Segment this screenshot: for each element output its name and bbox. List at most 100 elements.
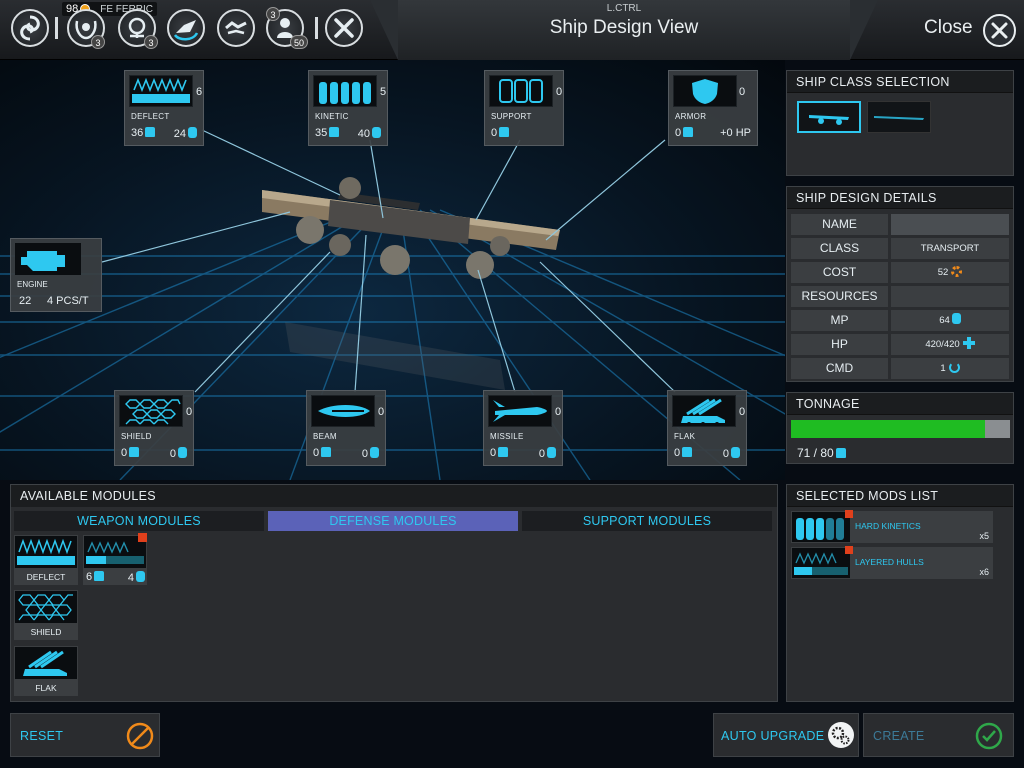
support-slot[interactable]: 0 SUPPORT 0 — [484, 70, 564, 146]
research-icon[interactable]: 3 — [118, 9, 158, 49]
ship-reflection — [285, 322, 505, 390]
tab-weapon-modules[interactable]: WEAPON MODULES — [14, 511, 264, 531]
flak-slot[interactable]: 0 FLAK 0 0 — [667, 390, 747, 466]
detail-key: CMD — [791, 358, 888, 379]
page-title: Ship Design View — [549, 17, 699, 38]
armor-stat2: +0 HP — [720, 127, 751, 139]
kinetic-label: KINETIC — [315, 112, 349, 121]
weight-icon — [321, 447, 332, 457]
engine-slot[interactable]: ENGINE 22 4 PCS/T — [10, 238, 102, 312]
kinetic-icon — [792, 512, 850, 542]
ship-model — [262, 177, 560, 279]
missile-slot[interactable]: 0 MISSILE 0 0 — [483, 390, 563, 466]
engine-stat1: 22 — [19, 295, 32, 307]
fleet-wreath-icon[interactable]: 3 — [67, 9, 105, 49]
kinetic-icon — [313, 75, 377, 107]
detail-key: NAME — [791, 214, 888, 235]
detail-row-name: NAME — [791, 214, 1009, 235]
shield-slot[interactable]: 0 SHIELD 0 0 — [114, 390, 194, 466]
detail-row-resources: RESOURCES — [791, 286, 1009, 307]
deflect-upgraded-icon — [792, 548, 850, 578]
module-stat1: 6 — [86, 571, 93, 583]
armor-slot[interactable]: 0 ARMOR 0 +0 HP — [668, 70, 758, 146]
shield-icon — [119, 395, 183, 427]
beam-label: BEAM — [313, 432, 337, 441]
ship-viewport[interactable]: 6 DEFLECT 36 24 5 KINETIC 35 40 0 SUPPOR… — [0, 60, 785, 480]
tab-support-modules[interactable]: SUPPORT MODULES — [522, 511, 772, 531]
flak-count: 0 — [739, 406, 746, 418]
diplomacy-icon[interactable] — [217, 9, 255, 47]
create-button[interactable]: CREATE — [863, 713, 1014, 757]
fist-icon — [370, 447, 379, 458]
weight-icon — [129, 447, 140, 457]
kinetic-count: 5 — [380, 86, 387, 98]
ship-class-selection-heading: SHIP CLASS SELECTION — [787, 71, 1013, 93]
beam-stat1: 0 — [313, 447, 320, 459]
shield-count: 0 — [186, 406, 193, 418]
detail-key: HP — [791, 334, 888, 355]
armor-icon — [673, 75, 737, 107]
ship-name-field[interactable] — [891, 214, 1009, 235]
mod-name: HARD KINETICS — [855, 521, 921, 531]
hotkey-hint: L.CTRL — [606, 3, 642, 14]
detail-key: MP — [791, 310, 888, 331]
fleet-badge: 3 — [91, 35, 105, 49]
module-card-deflect[interactable]: DEFLECT — [14, 535, 78, 585]
shield-label: SHIELD — [121, 432, 152, 441]
selected-mod-hard-kinetics[interactable]: HARD KINETICS x5 — [791, 510, 993, 543]
class-option-frigate[interactable] — [867, 101, 931, 133]
fist-icon — [188, 127, 197, 138]
flak-icon — [15, 647, 77, 679]
galaxy-icon[interactable] — [11, 9, 49, 47]
shield-icon — [15, 591, 77, 623]
engine-icon — [15, 243, 81, 275]
flak-label: FLAK — [674, 432, 696, 441]
plus-icon — [962, 337, 975, 349]
population-icon[interactable]: 3 50 — [266, 7, 308, 49]
kinetic-stat1: 35 — [315, 127, 328, 139]
deflect-slot[interactable]: 6 DEFLECT 36 24 — [124, 70, 204, 146]
detail-row-cost: COST 52 — [791, 262, 1009, 283]
detail-row-class: CLASS TRANSPORT — [791, 238, 1009, 259]
close-label[interactable]: Close — [924, 17, 973, 39]
selected-mods-panel: SELECTED MODS LIST HARD KINETICS x5 LAYE… — [786, 484, 1014, 702]
beam-stat2: 0 — [361, 448, 368, 460]
auto-upgrade-button[interactable]: AUTO UPGRADE — [713, 713, 859, 757]
detail-row-cmd: CMD 1 — [791, 358, 1009, 379]
weight-icon — [682, 447, 693, 457]
tools-icon[interactable] — [325, 9, 363, 47]
deflect-stat1: 36 — [131, 127, 144, 139]
beam-slot[interactable]: 0 BEAM 0 0 — [306, 390, 386, 466]
ship-design-view: 98 FE FERRIC 3 3 3 50 L.CTRL Ship Design… — [0, 0, 1024, 768]
missile-label: MISSILE — [490, 432, 524, 441]
weight-icon — [498, 447, 509, 457]
weight-icon — [683, 127, 694, 137]
ship-class-selection-panel: SHIP CLASS SELECTION — [786, 70, 1014, 176]
reset-button[interactable]: RESET — [10, 713, 160, 757]
selected-mod-layered-hulls[interactable]: LAYERED HULLS x6 — [791, 546, 993, 579]
tab-defense-modules[interactable]: DEFENSE MODULES — [268, 511, 518, 531]
tonnage-heading: TONNAGE — [787, 393, 1013, 415]
engine-stat2: 4 PCS/T — [47, 295, 89, 307]
detail-value: 420/420 — [925, 339, 960, 350]
close-icon[interactable] — [983, 14, 1016, 47]
deflect-label: DEFLECT — [131, 112, 170, 121]
module-card-flak[interactable]: FLAK — [14, 646, 78, 696]
module-card-shield[interactable]: SHIELD — [14, 590, 78, 640]
class-option-transport[interactable] — [797, 101, 861, 133]
module-card-deflect-upgraded[interactable]: 6 4 — [83, 533, 147, 585]
support-icon — [489, 75, 553, 107]
ship-design-icon[interactable] — [167, 9, 205, 47]
deflect-icon — [15, 536, 77, 568]
population-badge: 3 — [266, 7, 280, 21]
top-bar: 98 FE FERRIC 3 3 3 50 L.CTRL Ship Design… — [0, 0, 1024, 60]
mod-qty: x6 — [979, 567, 989, 577]
beam-icon — [311, 395, 375, 427]
kinetic-slot[interactable]: 5 KINETIC 35 40 — [308, 70, 388, 146]
gears-icon — [828, 722, 854, 748]
missile-stat2: 0 — [538, 448, 545, 460]
deflect-stat2: 24 — [173, 128, 186, 140]
support-count: 0 — [556, 86, 563, 98]
forbidden-icon — [126, 722, 154, 750]
detail-value: TRANSPORT — [891, 238, 1009, 259]
